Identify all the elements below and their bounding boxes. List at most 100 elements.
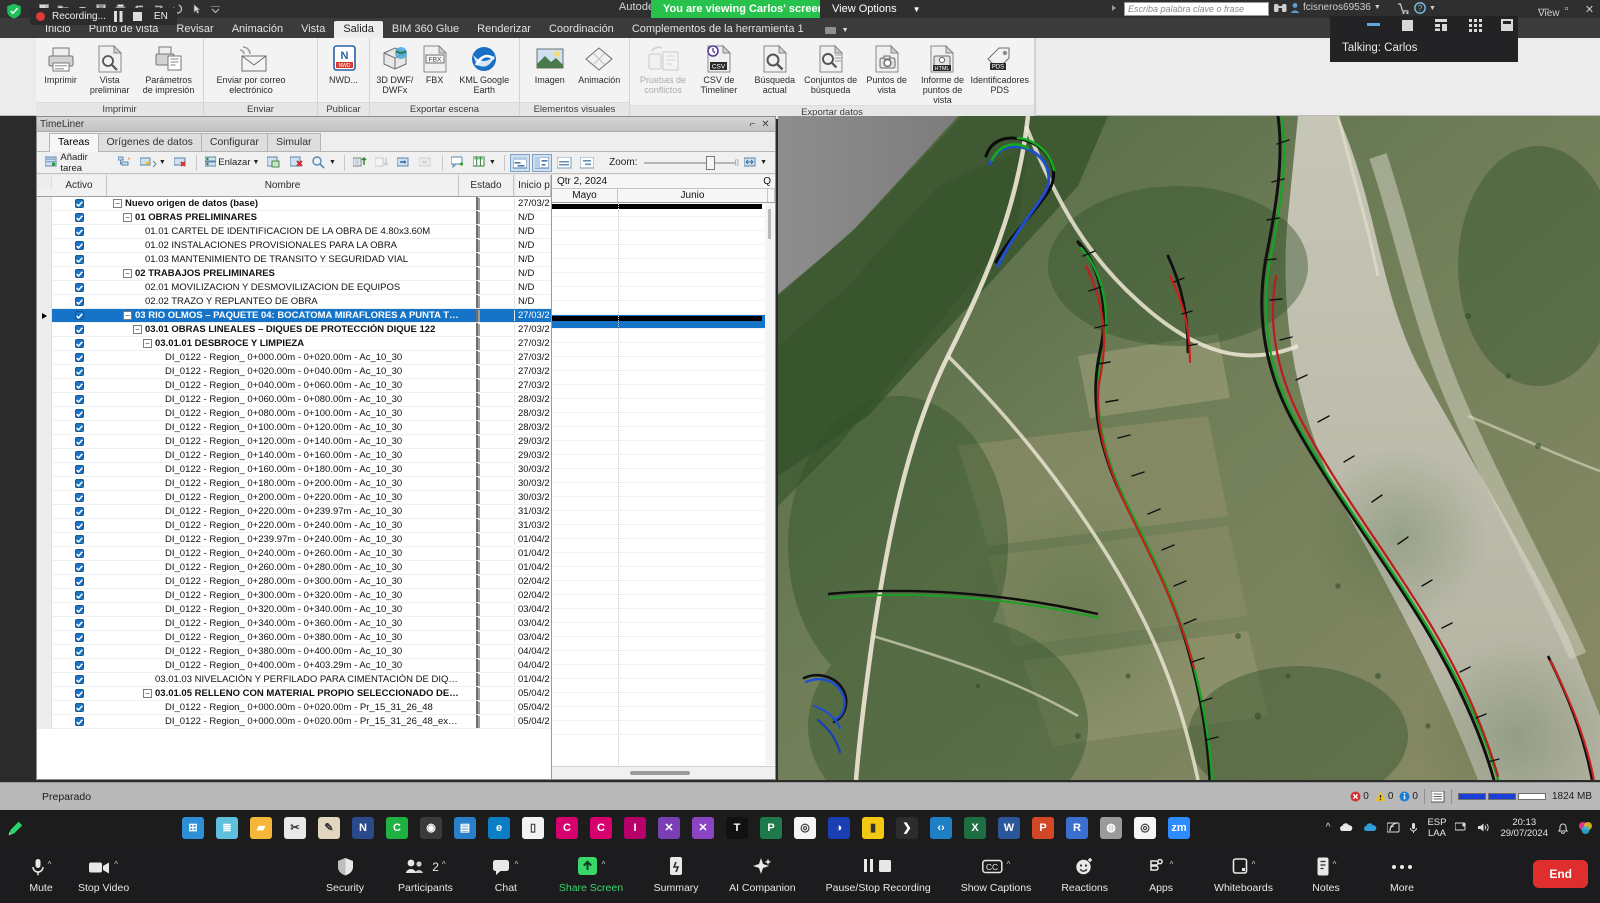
active-checkbox-cell[interactable] bbox=[52, 507, 107, 516]
expander-collapse-icon[interactable]: − bbox=[143, 339, 152, 348]
gantt-row[interactable] bbox=[552, 455, 775, 469]
ribbon-button-nwd[interactable]: N NWD NWD... bbox=[323, 41, 364, 85]
task-name-cell[interactable]: DI_0122 - Region_ 0+239.97m - 0+240.00m … bbox=[107, 534, 459, 545]
gantt-row[interactable] bbox=[552, 497, 775, 511]
task-name-cell[interactable]: DI_0122 - Region_ 0+000.00m - 0+020.00m … bbox=[107, 352, 459, 363]
table-row[interactable]: 02.01 MOVILIZACION Y DESMOVILIZACION DE … bbox=[37, 280, 551, 295]
ribbon-button-par-metros-de-impresi-n[interactable]: Parámetros de impresión bbox=[139, 41, 198, 95]
task-name-cell[interactable]: DI_0122 - Region_ 0+140.00m - 0+160.00m … bbox=[107, 450, 459, 461]
taskbar-item-visual-studio[interactable]: ✕ bbox=[652, 810, 686, 845]
ribbon-button-fbx[interactable]: FBX FBX bbox=[415, 41, 455, 85]
gantt-row[interactable] bbox=[552, 595, 775, 609]
chevron-down-icon[interactable]: ▼ bbox=[1374, 4, 1381, 11]
start-date-cell[interactable]: 05/04/2 bbox=[514, 702, 551, 713]
active-checkbox-cell[interactable] bbox=[52, 591, 107, 600]
row-handle[interactable] bbox=[37, 266, 52, 281]
start-date-cell[interactable]: 27/03/2 bbox=[514, 198, 551, 209]
chevron-down-icon[interactable]: ▼ bbox=[489, 159, 496, 166]
timeliner-tab-simular[interactable]: Simular bbox=[266, 133, 321, 151]
start-date-cell[interactable]: 27/03/2 bbox=[514, 352, 551, 363]
active-checkbox-cell[interactable] bbox=[52, 563, 107, 572]
active-checkbox[interactable] bbox=[75, 283, 84, 292]
active-checkbox-cell[interactable] bbox=[52, 311, 107, 320]
taskbar-item-visual-studio-2[interactable]: ✕ bbox=[686, 810, 720, 845]
ribbon-tab-coordinaci-n[interactable]: Coordinación bbox=[540, 21, 623, 38]
start-date-cell[interactable]: 29/03/2 bbox=[514, 436, 551, 447]
row-handle[interactable] bbox=[37, 588, 52, 603]
table-row[interactable]: DI_0122 - Region_ 0+160.00m - 0+180.00m … bbox=[37, 462, 551, 477]
gantt-pane[interactable]: Qtr 2, 2024 Q Mayo Junio bbox=[552, 175, 775, 779]
start-date-cell[interactable]: 02/04/2 bbox=[514, 590, 551, 601]
shop-and-help-area[interactable]: ? ▼ bbox=[1398, 2, 1436, 14]
active-checkbox-cell[interactable] bbox=[52, 297, 107, 306]
expander-collapse-icon[interactable]: − bbox=[123, 311, 132, 320]
row-handle[interactable] bbox=[37, 350, 52, 365]
expander-collapse-icon[interactable]: − bbox=[123, 213, 132, 222]
active-checkbox[interactable] bbox=[75, 591, 84, 600]
task-name-cell[interactable]: −03.01.05 RELLENO CON MATERIAL PROPIO SE… bbox=[107, 688, 459, 699]
active-checkbox[interactable] bbox=[75, 619, 84, 628]
task-name-cell[interactable]: DI_0122 - Region_ 0+100.00m - 0+120.00m … bbox=[107, 422, 459, 433]
start-date-cell[interactable]: 29/03/2 bbox=[514, 450, 551, 461]
active-checkbox[interactable] bbox=[75, 353, 84, 362]
active-checkbox[interactable] bbox=[75, 479, 84, 488]
task-grid-rows[interactable]: − Nuevo origen de datos (base) 27/03/2−01 … bbox=[37, 196, 551, 729]
row-handle[interactable] bbox=[37, 280, 52, 295]
active-checkbox[interactable] bbox=[75, 465, 84, 474]
gantt-row[interactable] bbox=[552, 567, 775, 581]
ribbon-button-identificadores-pds[interactable]: PDS Identificadores PDS bbox=[970, 41, 1029, 95]
active-checkbox-cell[interactable] bbox=[52, 381, 107, 390]
ribbon-tab-animaci-n[interactable]: Animación bbox=[223, 21, 292, 38]
microphone-icon[interactable] bbox=[1409, 822, 1418, 834]
row-handle[interactable] bbox=[37, 448, 52, 463]
row-handle[interactable] bbox=[37, 294, 52, 309]
annotation-pen-icon[interactable] bbox=[6, 820, 24, 838]
taskbar-item-recap[interactable]: ◑ bbox=[822, 810, 856, 845]
table-row[interactable]: DI_0122 - Region_ 0+240.00m - 0+260.00m … bbox=[37, 546, 551, 561]
zoom-to-fit-button[interactable]: ▼ bbox=[741, 154, 770, 172]
row-handle[interactable] bbox=[37, 504, 52, 519]
active-checkbox[interactable] bbox=[75, 297, 84, 306]
taskbar-item-terminal[interactable]: ❯ bbox=[890, 810, 924, 845]
task-name-cell[interactable]: DI_0122 - Region_ 0+280.00m - 0+300.00m … bbox=[107, 576, 459, 587]
table-row[interactable]: DI_0122 - Region_ 0+020.00m - 0+040.00m … bbox=[37, 364, 551, 379]
table-row[interactable]: − Nuevo origen de datos (base) 27/03/2 bbox=[37, 196, 551, 211]
gantt-row[interactable] bbox=[552, 525, 775, 539]
pbs-app-icon[interactable] bbox=[1578, 821, 1594, 835]
active-checkbox[interactable] bbox=[75, 395, 84, 404]
start-date-cell[interactable]: 03/04/2 bbox=[514, 632, 551, 643]
taskbar-item-edge[interactable]: e bbox=[482, 810, 516, 845]
task-name-cell[interactable]: −03 RIO OLMOS – PAQUETE 04: BOCATOMA MIR… bbox=[107, 310, 459, 321]
zoom-main-controls[interactable]: Security 2 ^ Participants ^ Chat ^ Share… bbox=[322, 855, 1425, 894]
active-checkbox[interactable] bbox=[75, 521, 84, 530]
taskbar-item-revit[interactable]: R bbox=[1060, 810, 1094, 845]
gantt-row[interactable] bbox=[552, 343, 775, 357]
active-checkbox-cell[interactable] bbox=[52, 577, 107, 586]
chevron-up-icon[interactable]: ^ bbox=[442, 860, 446, 869]
active-checkbox[interactable] bbox=[75, 339, 84, 348]
task-name-cell[interactable]: DI_0122 - Region_ 0+060.00m - 0+080.00m … bbox=[107, 394, 459, 405]
zoom-participants-button[interactable]: 2 ^ Participants bbox=[398, 855, 453, 894]
gantt-hscroll-thumb[interactable] bbox=[630, 771, 690, 775]
link-button[interactable]: Enlazar ▼ bbox=[202, 154, 263, 172]
row-handle[interactable] bbox=[37, 560, 52, 575]
taskbar-item-excel[interactable]: X bbox=[958, 810, 992, 845]
column-header-inicio[interactable]: Inicio p bbox=[514, 175, 551, 196]
start-date-cell[interactable]: 30/03/2 bbox=[514, 464, 551, 475]
active-checkbox-cell[interactable] bbox=[52, 535, 107, 544]
start-date-cell[interactable]: N/D bbox=[514, 268, 551, 279]
active-checkbox-cell[interactable] bbox=[52, 339, 107, 348]
gantt-row[interactable] bbox=[552, 665, 775, 679]
gantt-row[interactable] bbox=[552, 469, 775, 483]
add-comment-button[interactable] bbox=[448, 154, 468, 172]
active-checkbox[interactable] bbox=[75, 563, 84, 572]
task-name-cell[interactable]: 01.01 CARTEL DE IDENTIFICACION DE LA OBR… bbox=[107, 226, 459, 237]
active-checkbox-cell[interactable] bbox=[52, 423, 107, 432]
task-name-cell[interactable]: −03.01 OBRAS LINEALES – DIQUES DE PROTEC… bbox=[107, 324, 459, 335]
active-checkbox-cell[interactable] bbox=[52, 395, 107, 404]
active-checkbox[interactable] bbox=[75, 535, 84, 544]
start-date-cell[interactable]: 01/04/2 bbox=[514, 674, 551, 685]
taskbar-item-chrome[interactable]: ◎ bbox=[788, 810, 822, 845]
zoom-apps-button[interactable]: ^ Apps bbox=[1138, 855, 1184, 894]
info-indicator[interactable]: 0 bbox=[1399, 791, 1418, 802]
